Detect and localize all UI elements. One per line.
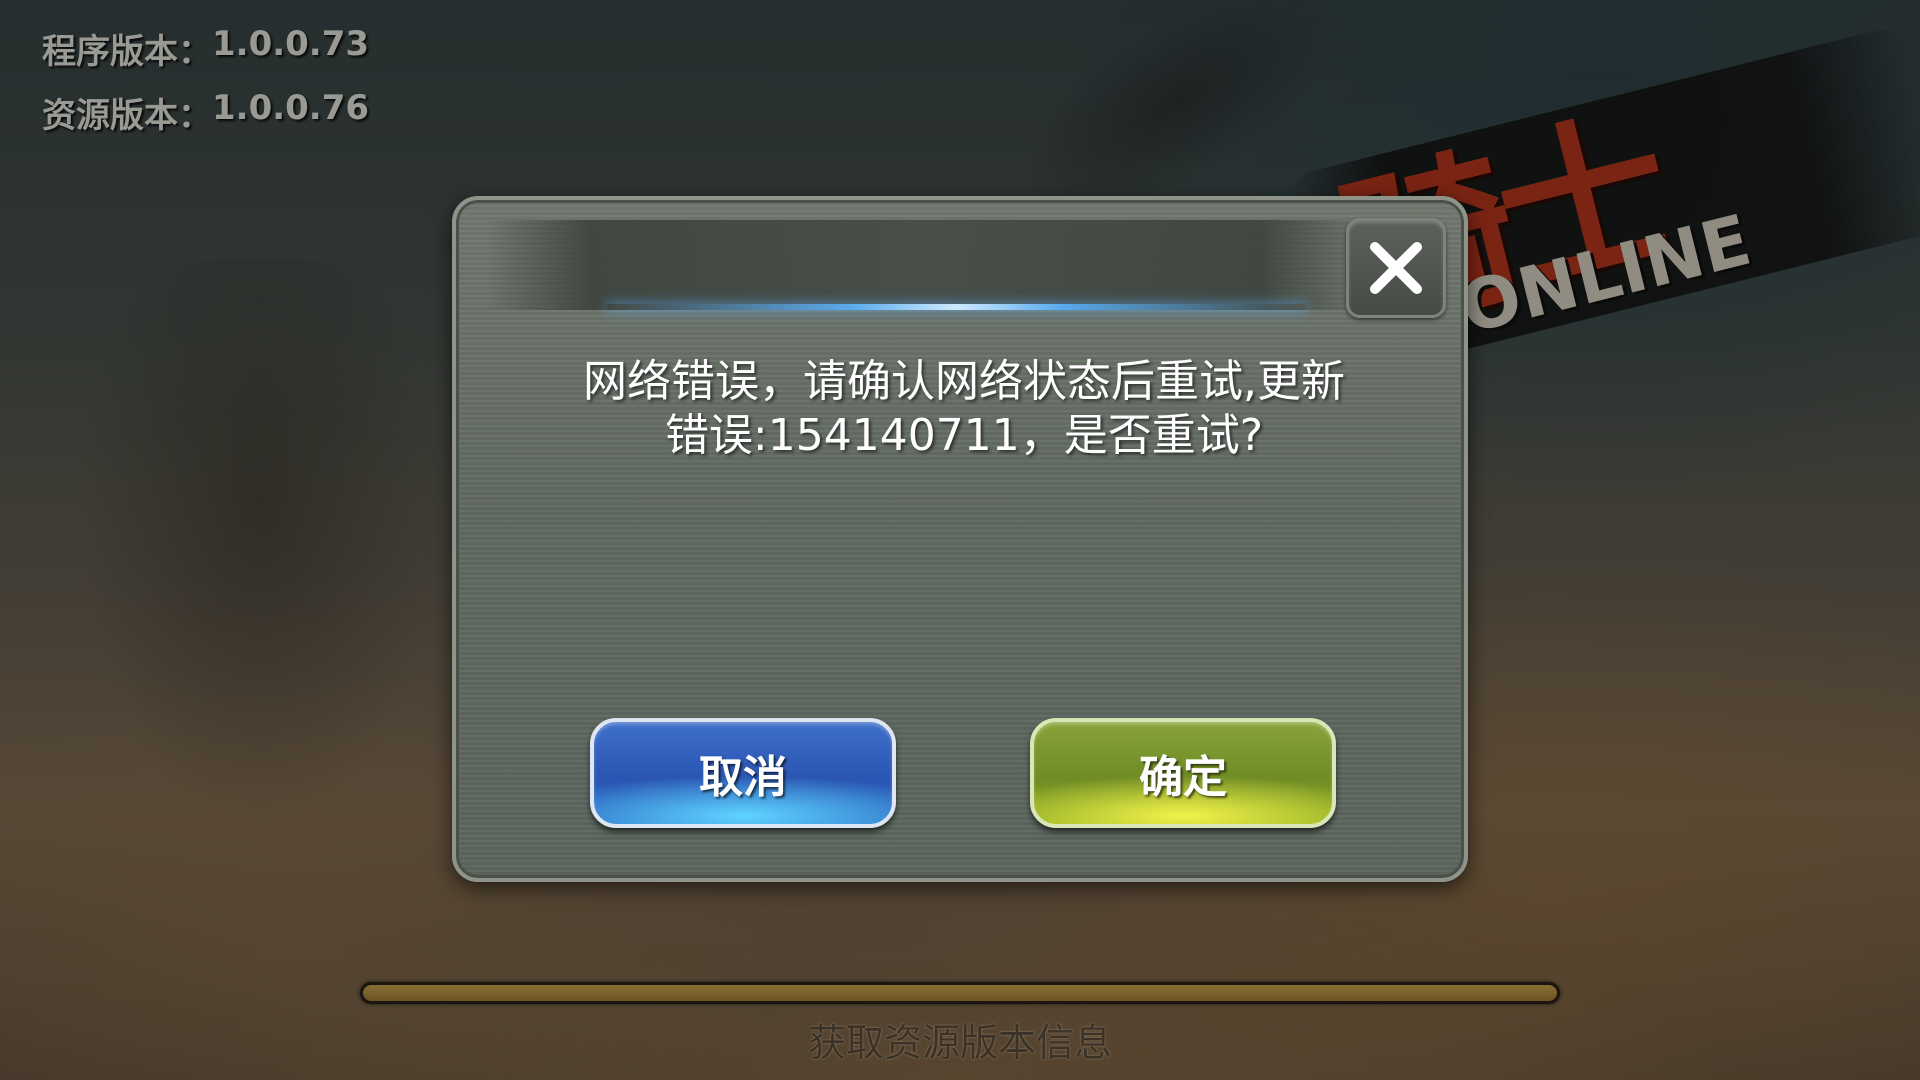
program-version: 程序版本： 1.0.0.73 — [42, 24, 369, 73]
dialog-header — [486, 220, 1366, 310]
resource-version-label: 资源版本： — [42, 96, 212, 136]
dialog-message-line2: 错误:154140711，是否重试? — [664, 410, 1264, 461]
close-button[interactable] — [1346, 218, 1446, 318]
game-screen: 骑士 ONLINE 程序版本： 1.0.0.73 资源版本： 1.0.0.76 … — [0, 0, 1920, 1080]
resource-version: 资源版本： 1.0.0.76 — [42, 88, 369, 137]
resource-version-value: 1.0.0.76 — [212, 88, 370, 128]
program-version-value: 1.0.0.73 — [212, 24, 370, 64]
loading-status-text: 获取资源版本信息 — [807, 1021, 1112, 1065]
loading-progress-fill — [363, 985, 1557, 1001]
program-version-label: 程序版本： — [42, 32, 212, 72]
confirm-button[interactable]: 确定 — [1030, 718, 1336, 828]
loading-progress-bar — [360, 982, 1560, 1004]
dialog-message: 网络错误，请确认网络状态后重试,更新 错误:154140711，是否重试? — [516, 355, 1412, 463]
dialog-message-line1: 网络错误，请确认网络状态后重试,更新 — [583, 356, 1345, 407]
close-icon — [1370, 242, 1422, 294]
cancel-button[interactable]: 取消 — [590, 718, 896, 828]
dialog-header-glow — [606, 304, 1306, 310]
network-error-dialog: 网络错误，请确认网络状态后重试,更新 错误:154140711，是否重试? 取消… — [452, 196, 1468, 882]
